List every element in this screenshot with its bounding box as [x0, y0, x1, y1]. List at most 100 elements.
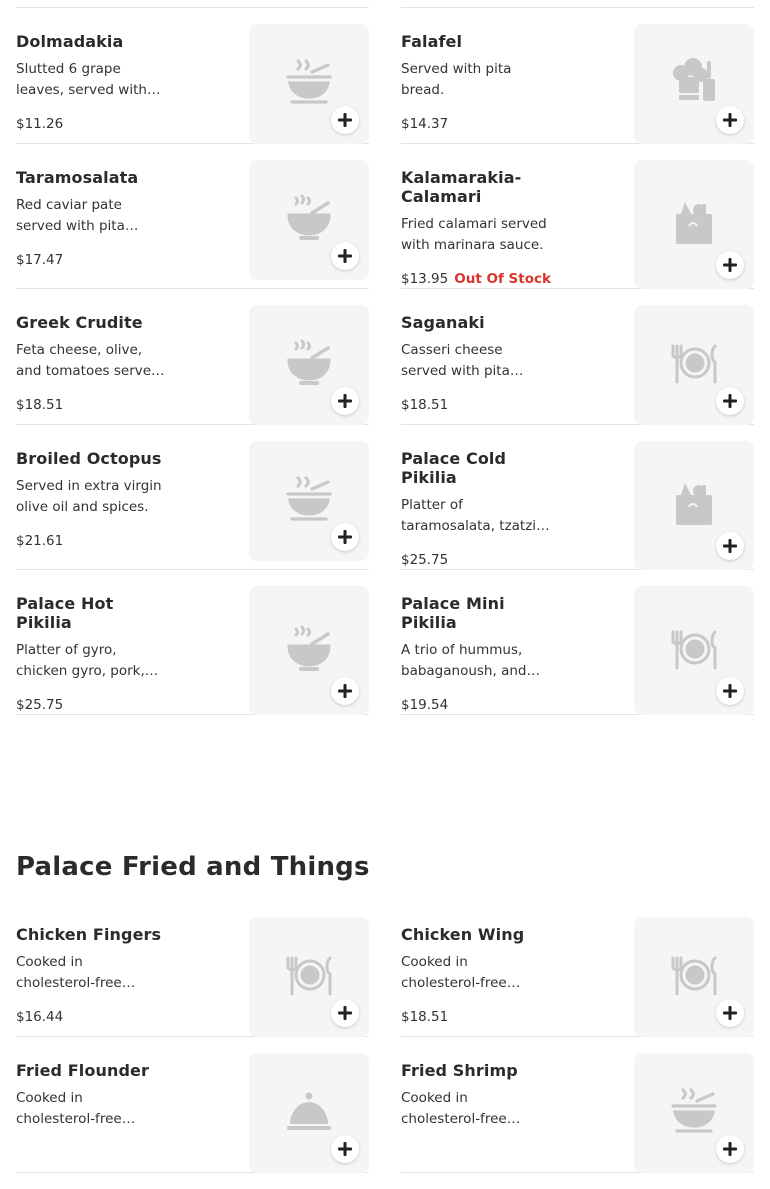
add-to-cart-button[interactable] [716, 532, 744, 560]
menu-item-info: Dolmadakia Slutted 6 grape leaves, served… [16, 24, 206, 101]
menu-item-name: Falafel [401, 32, 463, 51]
bowl-icon [282, 622, 336, 680]
menu-item-image[interactable] [634, 24, 754, 144]
chef-icon [667, 55, 721, 113]
menu-item-description: Red caviar pate served with pita bread. [16, 197, 125, 234]
menu-item-image[interactable] [634, 441, 754, 570]
menu-item-description: Platter of gyro, chicken gyro, pork, and… [16, 642, 145, 679]
menu-item-description: Slutted 6 grape leaves, served with tzat… [16, 61, 147, 98]
menu-item-info: Fried Shrimp Cooked in cholesterol-free v… [401, 1053, 591, 1130]
menu-item-image[interactable] [249, 1053, 369, 1173]
add-to-cart-button[interactable] [716, 999, 744, 1027]
price-row: $18.51 [401, 1009, 448, 1025]
menu-column-right: Falafel Served with pita bread. $14.37 Kala… [401, 24, 754, 731]
menu-item-description: Feta cheese, olive, and tomatoes served … [16, 342, 160, 379]
menu-item-image[interactable] [249, 24, 369, 144]
menu-item-description: Served with pita bread. [401, 61, 512, 98]
menu-item-image[interactable] [249, 917, 369, 1037]
menu-item-image[interactable] [634, 1053, 754, 1173]
menu-item-card[interactable]: Saganaki Casseri cheese served with pita … [401, 305, 754, 425]
menu-item-card[interactable]: Taramosalata Red caviar pate served with … [16, 160, 369, 289]
add-to-cart-button[interactable] [331, 999, 359, 1027]
plus-icon [722, 257, 738, 273]
menu-item-image[interactable] [249, 305, 369, 425]
add-to-cart-button[interactable] [331, 677, 359, 705]
menu-item-image[interactable] [634, 305, 754, 425]
bowl-icon [282, 336, 336, 394]
menu-item-info: Saganaki Casseri cheese served with pita … [401, 305, 591, 382]
plus-icon [722, 112, 738, 128]
menu-item-card[interactable]: Greek Crudite Feta cheese, olive, and tom… [16, 305, 369, 425]
menu-item-name: Greek Crudite [16, 313, 143, 332]
menu-item-description: Casseri cheese served with pita bread. [401, 342, 510, 379]
menu-item-price: $14.37 [401, 116, 449, 132]
menu-item-info: Chicken Wing Cooked in cholesterol-free v… [401, 917, 591, 994]
menu-item-info: Palace Hot Pikilia Platter of gyro, chick… [16, 586, 206, 682]
menu-column-left: Chicken Fingers Cooked in cholesterol-fre… [16, 917, 369, 1189]
soup-bowl-icon [282, 472, 336, 530]
menu-item-card[interactable]: Chicken Fingers Cooked in cholesterol-fre… [16, 917, 369, 1037]
price-row: $21.61 [16, 533, 63, 549]
menu-item-card[interactable]: Palace Hot Pikilia Platter of gyro, chick… [16, 586, 369, 715]
menu-page: Dolmadakia Slutted 6 grape leaves, served… [0, 0, 770, 1173]
menu-item-price: $25.75 [16, 697, 64, 713]
menu-item-image[interactable] [634, 586, 754, 715]
menu-item-card[interactable]: Falafel Served with pita bread. $14.37 [401, 24, 754, 144]
price-row: $13.95 Out Of Stock [401, 271, 551, 287]
menu-item-card[interactable]: Kalamarakia-Calamari Fried calamari serve… [401, 160, 754, 289]
menu-item-description: Cooked in cholesterol-free vegetable oil… [16, 954, 122, 991]
menu-item-card[interactable]: Palace Mini Pikilia A trio of hummus, bab… [401, 586, 754, 715]
menu-item-price: $13.95 [401, 271, 449, 287]
menu-item-card[interactable]: Palace Cold Pikilia Platter of taramosala… [401, 441, 754, 570]
menu-item-image[interactable] [634, 917, 754, 1037]
menu-item-image[interactable] [634, 160, 754, 289]
menu-item-name: Taramosalata [16, 168, 139, 187]
grocery-bag-icon [667, 477, 721, 535]
add-to-cart-button[interactable] [331, 1135, 359, 1163]
out-of-stock-badge: Out Of Stock [454, 271, 551, 287]
cloche-icon [282, 1084, 336, 1142]
plate-icon [667, 622, 721, 680]
menu-item-price: $18.51 [16, 397, 64, 413]
price-row: $18.51 [401, 397, 448, 413]
menu-item-description: Cooked in cholesterol-free vegetable oil… [401, 954, 507, 991]
menu-item-info: Palace Cold Pikilia Platter of taramosala… [401, 441, 591, 537]
menu-item-image[interactable] [249, 160, 369, 280]
menu-item-card[interactable]: Dolmadakia Slutted 6 grape leaves, served… [16, 24, 369, 144]
menu-item-image[interactable] [249, 441, 369, 561]
section-title: Palace Fried and Things [16, 852, 370, 882]
add-to-cart-button[interactable] [716, 106, 744, 134]
menu-item-card[interactable]: Fried Flounder Cooked in cholesterol-free… [16, 1053, 369, 1173]
menu-item-card[interactable]: Fried Shrimp Cooked in cholesterol-free v… [401, 1053, 754, 1173]
add-to-cart-button[interactable] [716, 677, 744, 705]
price-row: $18.51 [16, 397, 63, 413]
menu-item-info: Taramosalata Red caviar pate served with … [16, 160, 206, 237]
add-to-cart-button[interactable] [716, 387, 744, 415]
divider [16, 7, 369, 8]
menu-item-card[interactable]: Broiled Octopus Served in extra virgin ol… [16, 441, 369, 570]
menu-item-info: Greek Crudite Feta cheese, olive, and tom… [16, 305, 206, 382]
menu-item-name: Broiled Octopus [16, 449, 162, 468]
menu-item-description: Cooked in cholesterol-free vegetable oil… [401, 1090, 507, 1127]
menu-item-info: Falafel Served with pita bread. [401, 24, 591, 101]
price-row: $14.37 [401, 116, 448, 132]
grocery-bag-icon [667, 196, 721, 254]
add-to-cart-button[interactable] [331, 242, 359, 270]
plus-icon [337, 529, 353, 545]
add-to-cart-button[interactable] [331, 106, 359, 134]
menu-item-name: Chicken Wing [401, 925, 525, 944]
soup-bowl-icon [667, 1084, 721, 1142]
add-to-cart-button[interactable] [716, 251, 744, 279]
menu-item-name: Chicken Fingers [16, 925, 162, 944]
menu-item-price: $11.26 [16, 116, 64, 132]
menu-item-card[interactable]: Chicken Wing Cooked in cholesterol-free v… [401, 917, 754, 1037]
menu-item-info: Palace Mini Pikilia A trio of hummus, bab… [401, 586, 591, 682]
add-to-cart-button[interactable] [331, 387, 359, 415]
plus-icon [337, 112, 353, 128]
menu-item-info: Broiled Octopus Served in extra virgin ol… [16, 441, 206, 518]
add-to-cart-button[interactable] [716, 1135, 744, 1163]
menu-item-price: $18.51 [401, 1009, 449, 1025]
plus-icon [722, 1141, 738, 1157]
add-to-cart-button[interactable] [331, 523, 359, 551]
menu-item-image[interactable] [249, 586, 369, 715]
